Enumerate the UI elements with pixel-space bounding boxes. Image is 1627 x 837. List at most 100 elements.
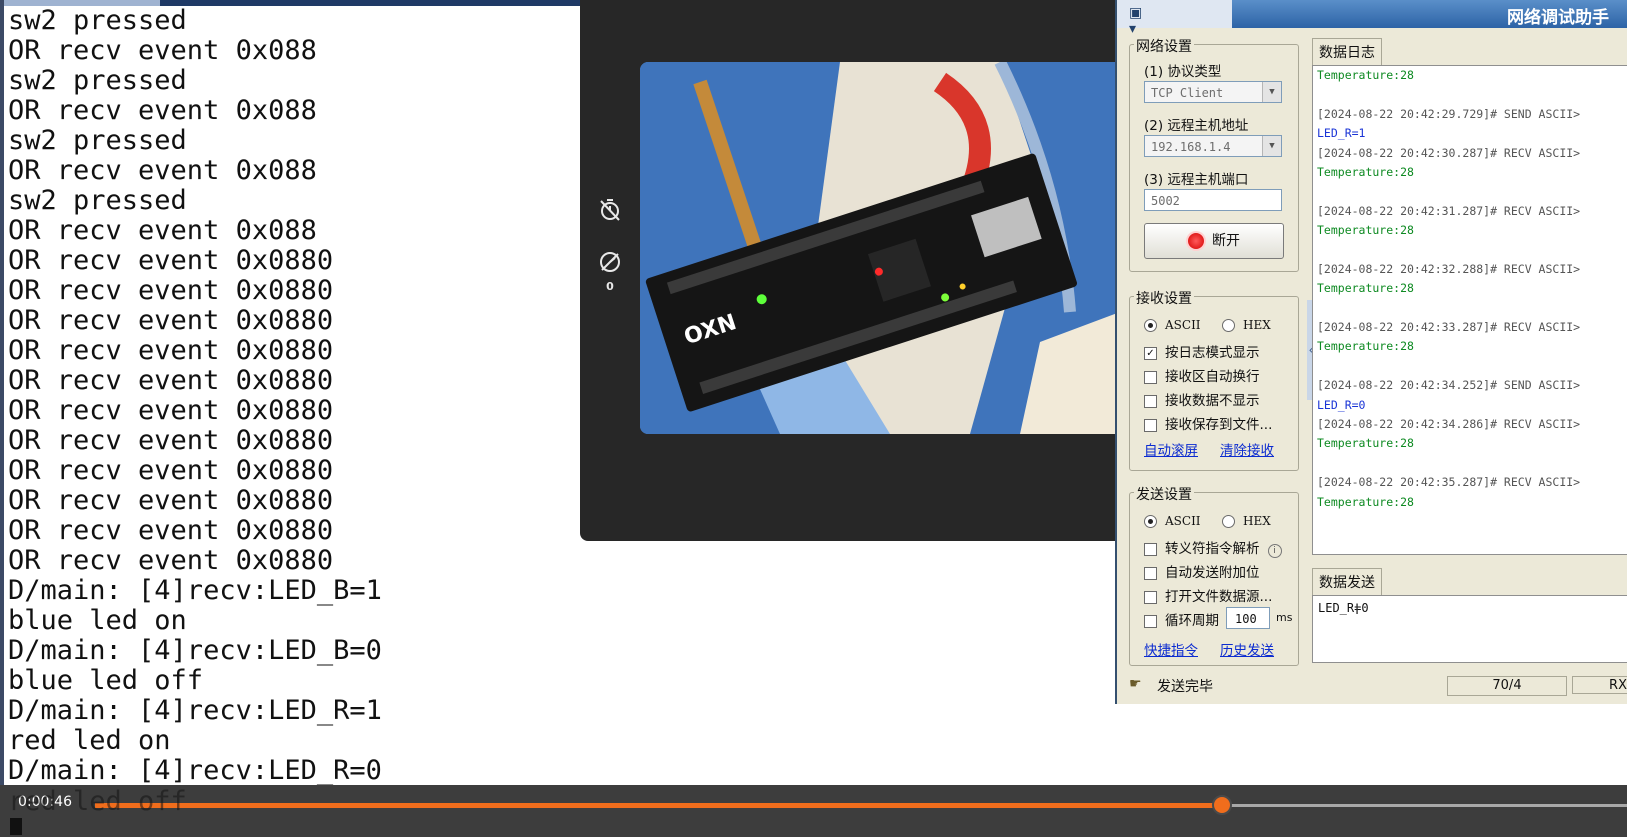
data-send-text: LED_R=0 bbox=[1318, 601, 1369, 615]
protocol-type-label: (1) 协议类型 bbox=[1144, 64, 1222, 80]
receive-settings-label: 接收设置 bbox=[1134, 288, 1194, 308]
terminal-line: red led on bbox=[8, 725, 171, 756]
receive-ascii-radio[interactable]: ASCII bbox=[1144, 317, 1201, 333]
disconnect-button[interactable]: 断开 bbox=[1144, 223, 1284, 259]
terminal-line: OR recv event 0x0880 bbox=[8, 335, 334, 366]
system-menu-icon[interactable]: ▣ ▾ bbox=[1129, 5, 1151, 37]
tab-data-send[interactable]: 数据发送 bbox=[1312, 568, 1382, 595]
tx-rx-counter: 70/4 bbox=[1447, 676, 1567, 696]
escape-parse-label: 转义符指令解析 bbox=[1165, 541, 1260, 557]
video-player-bar: 0:00:46 bbox=[0, 785, 1627, 837]
data-log-pane[interactable]: Temperature:28 [2024-08-22 20:42:29.729]#… bbox=[1312, 65, 1627, 555]
terminal-output: sw2 pressed OR recv event 0x088 sw2 presse… bbox=[8, 6, 382, 786]
shortcut-commands-link[interactable]: 快捷指令 bbox=[1144, 639, 1198, 659]
auto-wrap-checkbox[interactable]: 接收区自动换行 bbox=[1144, 365, 1260, 385]
seek-progress bbox=[95, 803, 1222, 808]
text-cursor-icon: I bbox=[1355, 602, 1360, 618]
terminal-line: OR recv event 0x0880 bbox=[8, 275, 334, 306]
terminal-line: sw2 pressed bbox=[8, 5, 187, 36]
loop-period-value: 100 bbox=[1235, 612, 1257, 626]
terminal-partial-line: red led off bbox=[8, 786, 187, 817]
terminal-line: D/main: [4]recv:LED_B=0 bbox=[8, 635, 382, 666]
terminal-line: OR recv event 0x0880 bbox=[8, 305, 334, 336]
receive-settings-group: 接收设置 ASCII HEX ✓ 按日志模式显示 接收区自动换行 接收数据不显示 … bbox=[1129, 288, 1299, 471]
clear-receive-link[interactable]: 清除接收 bbox=[1220, 439, 1274, 459]
remote-port-value: 5002 bbox=[1151, 194, 1180, 208]
red-status-light-icon bbox=[1188, 233, 1204, 249]
send-settings-label: 发送设置 bbox=[1134, 484, 1194, 504]
terminal-line: OR recv event 0x0880 bbox=[8, 425, 334, 456]
network-settings-label: 网络设置 bbox=[1134, 36, 1194, 56]
terminal-line: OR recv event 0x088 bbox=[8, 215, 317, 246]
log-mode-label: 按日志模式显示 bbox=[1165, 345, 1260, 361]
loop-period-label: 循环周期 bbox=[1165, 613, 1219, 629]
auto-scroll-link[interactable]: 自动滚屏 bbox=[1144, 439, 1198, 459]
terminal-line: sw2 pressed bbox=[8, 65, 187, 96]
hide-data-checkbox[interactable]: 接收数据不显示 bbox=[1144, 389, 1260, 409]
save-to-file-label: 接收保存到文件... bbox=[1165, 417, 1273, 433]
remote-port-label: (3) 远程主机端口 bbox=[1144, 172, 1249, 188]
log-line: Temperature:28 bbox=[1317, 436, 1414, 451]
send-ascii-label: ASCII bbox=[1165, 514, 1201, 528]
chevron-down-icon[interactable]: ▼ bbox=[1262, 136, 1281, 156]
seek-handle[interactable] bbox=[1212, 795, 1232, 815]
open-file-source-label: 打开文件数据源... bbox=[1165, 589, 1273, 605]
timer-off-icon[interactable] bbox=[598, 198, 622, 222]
terminal-line: OR recv event 0x0880 bbox=[8, 545, 334, 576]
speed-off-icon[interactable] bbox=[598, 250, 622, 274]
terminal-line: OR recv event 0x0880 bbox=[8, 515, 334, 546]
hide-data-label: 接收数据不显示 bbox=[1165, 393, 1260, 409]
network-settings-group: 网络设置 (1) 协议类型 TCP Client ▼ (2) 远程主机地址 19… bbox=[1129, 36, 1299, 272]
rx-counter: RX bbox=[1572, 676, 1627, 694]
receive-hex-label: HEX bbox=[1243, 318, 1271, 332]
send-hex-label: HEX bbox=[1243, 514, 1271, 528]
loop-period-checkbox[interactable]: 循环周期 bbox=[1144, 609, 1219, 629]
history-send-link[interactable]: 历史发送 bbox=[1220, 639, 1274, 659]
log-line bbox=[1317, 357, 1580, 376]
terminal-line: OR recv event 0x0880 bbox=[8, 455, 334, 486]
status-text: 发送完毕 bbox=[1157, 679, 1213, 695]
terminal-line: sw2 pressed bbox=[8, 125, 187, 156]
save-to-file-checkbox[interactable]: 接收保存到文件... bbox=[1144, 413, 1272, 433]
terminal-line: OR recv event 0x088 bbox=[8, 35, 317, 66]
send-hex-radio[interactable]: HEX bbox=[1222, 513, 1271, 529]
info-icon[interactable]: i bbox=[1267, 544, 1282, 558]
log-line: [2024-08-22 20:42:32.288]# RECV ASCII> bbox=[1317, 261, 1581, 276]
log-line bbox=[1317, 454, 1580, 473]
speed-count: 0 bbox=[606, 280, 614, 293]
log-line: [2024-08-22 20:42:30.287]# RECV ASCII> bbox=[1317, 145, 1581, 160]
log-line: [2024-08-22 20:42:34.286]# RECV ASCII> bbox=[1317, 417, 1581, 432]
log-line: LED_R=1 bbox=[1317, 126, 1366, 141]
escape-parse-checkbox[interactable]: 转义符指令解析 i bbox=[1144, 537, 1282, 558]
log-line bbox=[1317, 241, 1580, 260]
open-file-source-checkbox[interactable]: 打开文件数据源... bbox=[1144, 585, 1272, 605]
terminal-line: OR recv event 0x0880 bbox=[8, 365, 334, 396]
protocol-type-select[interactable]: TCP Client ▼ bbox=[1144, 81, 1282, 103]
send-settings-group: 发送设置 ASCII HEX 转义符指令解析 i 自动发送附加位 打开文件数据源.… bbox=[1129, 484, 1299, 666]
log-line: [2024-08-22 20:42:29.729]# SEND ASCII> bbox=[1317, 106, 1581, 121]
receive-hex-radio[interactable]: HEX bbox=[1222, 317, 1271, 333]
log-line: Temperature:28 bbox=[1317, 164, 1414, 179]
terminal-left-border bbox=[0, 0, 4, 790]
loop-unit: ms bbox=[1276, 611, 1293, 624]
chevron-down-icon[interactable]: ▼ bbox=[1262, 82, 1281, 102]
log-mode-checkbox[interactable]: ✓ 按日志模式显示 bbox=[1144, 341, 1260, 361]
window-titlebar[interactable]: ▣ ▾ 网络调试助手 bbox=[1117, 0, 1627, 37]
terminal-line: OR recv event 0x0880 bbox=[8, 485, 334, 516]
tab-data-log[interactable]: 数据日志 bbox=[1312, 38, 1382, 65]
terminal-line: D/main: [4]recv:LED_B=1 bbox=[8, 575, 382, 606]
terminal-line: blue led off bbox=[8, 665, 204, 696]
log-line bbox=[1317, 85, 1580, 104]
data-send-input[interactable]: LED_R=0 I bbox=[1312, 595, 1627, 663]
disconnect-label: 断开 bbox=[1212, 233, 1240, 249]
terminal-line: OR recv event 0x088 bbox=[8, 155, 317, 186]
terminal-line: blue led on bbox=[8, 605, 187, 636]
receive-ascii-label: ASCII bbox=[1165, 318, 1201, 332]
remote-port-input[interactable]: 5002 bbox=[1144, 189, 1282, 211]
remote-host-select[interactable]: 192.168.1.4 ▼ bbox=[1144, 135, 1282, 157]
log-line: [2024-08-22 20:42:34.252]# SEND ASCII> bbox=[1317, 378, 1581, 393]
terminal-line: OR recv event 0x0880 bbox=[8, 395, 334, 426]
auto-append-checkbox[interactable]: 自动发送附加位 bbox=[1144, 561, 1260, 581]
loop-period-input[interactable]: 100 bbox=[1226, 607, 1270, 629]
send-ascii-radio[interactable]: ASCII bbox=[1144, 513, 1201, 529]
